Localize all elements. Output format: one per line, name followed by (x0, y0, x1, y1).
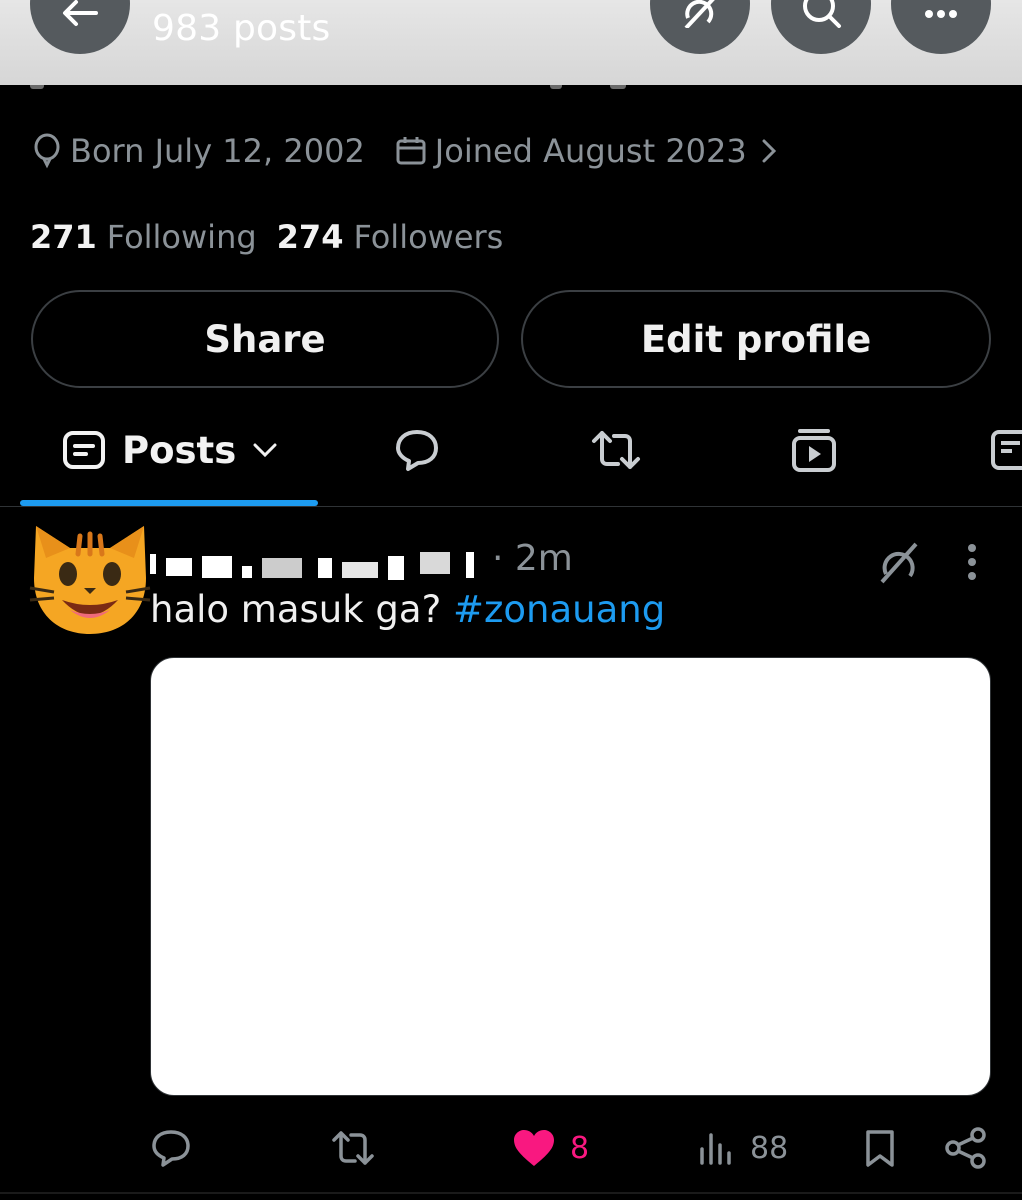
following-label[interactable]: Following (107, 218, 257, 256)
share-nodes-icon (945, 1127, 986, 1169)
birthday-text: Born July 12, 2002 (70, 132, 365, 170)
tab-articles[interactable] (990, 410, 1022, 490)
share-post-button[interactable] (944, 1120, 988, 1176)
chevron-down-icon (253, 443, 277, 458)
grok-button[interactable] (650, 0, 750, 54)
heart-filled-icon (514, 1130, 554, 1166)
reply-icon (152, 1130, 190, 1167)
bookmark-button[interactable] (862, 1120, 898, 1176)
avatar[interactable] (26, 518, 154, 638)
reply-button[interactable] (150, 1120, 192, 1176)
views-chart-icon (700, 1133, 731, 1165)
post-author-name-redacted[interactable] (150, 548, 490, 582)
profile-page: 983 posts Born July 12, 2002 Joined Augu… (0, 0, 1022, 1200)
post-actions: 8 88 (0, 1120, 1022, 1176)
repost-icon (332, 1131, 374, 1165)
like-button[interactable]: 8 (512, 1120, 589, 1176)
post-more-button[interactable] (952, 540, 992, 590)
profile-meta: Born July 12, 2002 Joined August 2023 (32, 128, 785, 174)
tab-replies[interactable] (394, 410, 440, 490)
smiling-cat-icon (29, 526, 151, 634)
followers-label[interactable]: Followers (353, 218, 503, 256)
profile-tabs: Posts (0, 410, 1022, 506)
join-date[interactable]: Joined August 2023 (395, 132, 785, 170)
balloon-icon (34, 133, 60, 169)
edit-profile-button[interactable]: Edit profile (521, 290, 991, 388)
tab-videos[interactable] (790, 410, 838, 490)
more-options-button[interactable] (891, 0, 991, 54)
bookmark-icon (866, 1130, 894, 1167)
birthday: Born July 12, 2002 (32, 132, 365, 170)
bio-text-cutoff (30, 85, 630, 91)
join-date-text: Joined August 2023 (434, 132, 747, 170)
more-dots-icon (925, 10, 957, 18)
post-text: halo masuk ga? #zonauang (150, 588, 665, 631)
view-count: 88 (750, 1130, 789, 1166)
chevron-right-icon (762, 139, 776, 163)
post-count: 983 posts (152, 8, 331, 49)
vertical-dots-icon (968, 544, 976, 580)
calendar-icon (396, 137, 426, 165)
posts-icon (63, 431, 105, 469)
tab-reposts[interactable] (590, 410, 642, 490)
post-time[interactable]: · 2m (492, 538, 573, 579)
post-media[interactable] (150, 657, 991, 1096)
followers-count[interactable]: 274 (277, 218, 344, 256)
reply-bubble-icon (396, 430, 438, 471)
views-button[interactable]: 88 (696, 1120, 788, 1176)
grok-icon (880, 542, 918, 584)
grok-explain-button[interactable] (876, 540, 922, 590)
video-icon (792, 429, 836, 472)
search-button[interactable] (771, 0, 871, 54)
hashtag-link[interactable]: #zonauang (453, 588, 665, 631)
share-button[interactable]: Share (31, 290, 499, 388)
grok-icon (684, 0, 715, 28)
post-text-body: halo masuk ga? (150, 588, 453, 631)
tab-posts-label: Posts (122, 428, 237, 472)
like-count: 8 (570, 1130, 590, 1166)
article-icon (991, 430, 1022, 470)
repost-button[interactable] (330, 1120, 376, 1176)
back-button[interactable] (30, 0, 130, 54)
repost-icon (592, 431, 640, 469)
profile-header: 983 posts (0, 0, 1022, 85)
follow-stats: 271 Following 274 Followers (30, 214, 523, 260)
following-count[interactable]: 271 (30, 218, 97, 256)
tab-posts[interactable]: Posts (62, 410, 278, 490)
back-arrow-icon (63, 0, 98, 26)
search-icon (803, 0, 841, 28)
tabs-divider (0, 506, 1022, 507)
bottom-divider (0, 1192, 1022, 1194)
